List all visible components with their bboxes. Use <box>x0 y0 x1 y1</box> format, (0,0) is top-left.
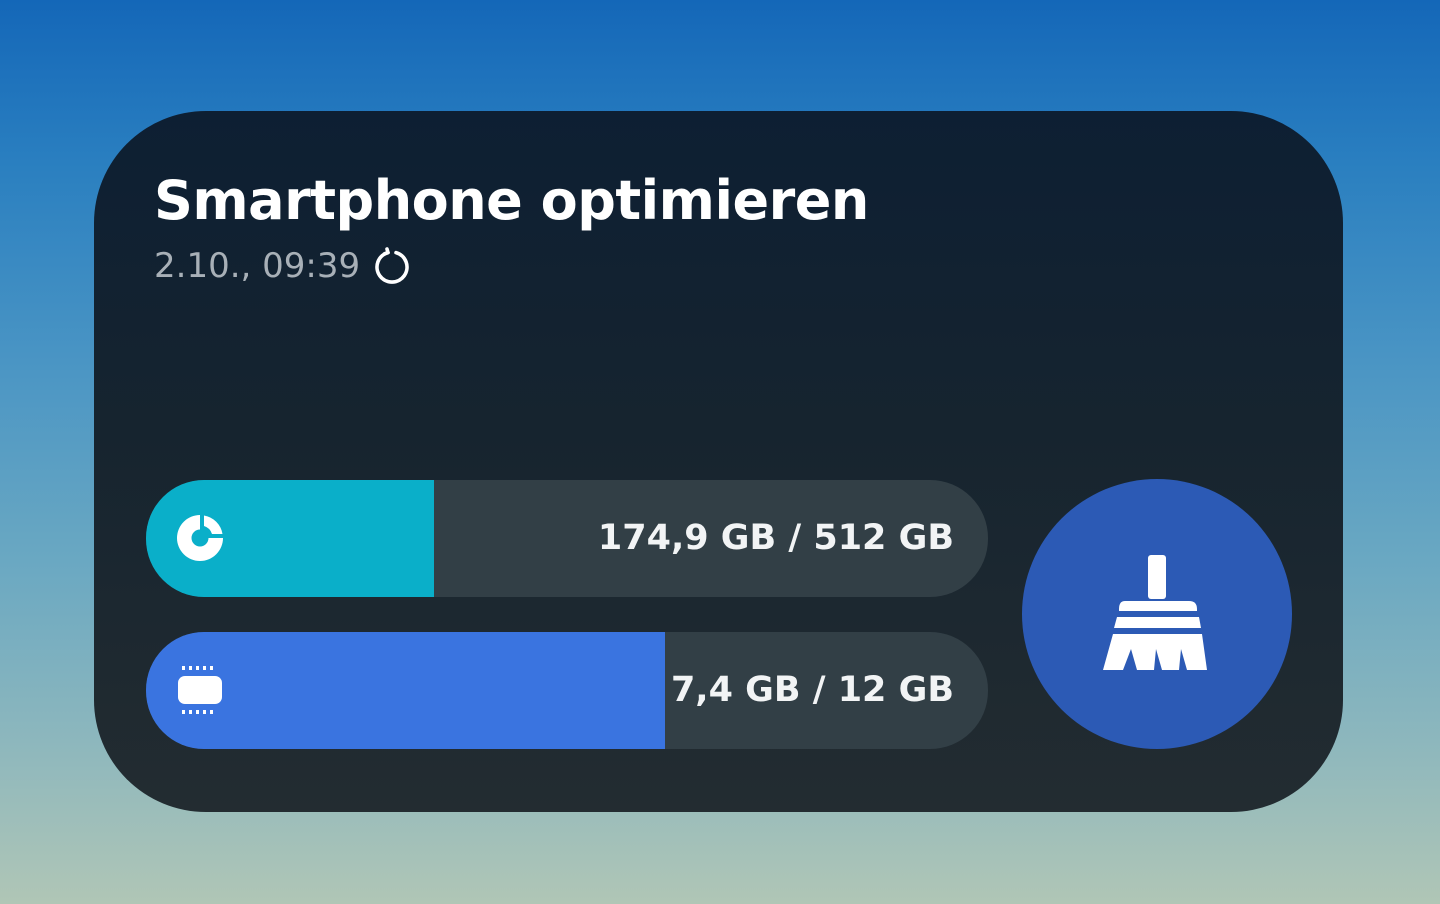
refresh-icon <box>375 247 409 284</box>
broom-icon <box>1103 555 1207 670</box>
clean-button[interactable] <box>1022 479 1292 749</box>
last-update-row: 2.10., 09:39 <box>154 244 414 288</box>
ram-bar[interactable]: 7,4 GB / 12 GB <box>146 632 988 749</box>
storage-pie-icon <box>172 510 228 566</box>
optimize-widget: Smartphone optimieren 2.10., 09:39 174,9… <box>94 111 1343 812</box>
last-update-timestamp: 2.10., 09:39 <box>154 246 361 286</box>
ram-usage-text: 7,4 GB / 12 GB <box>670 670 954 710</box>
refresh-button[interactable] <box>370 244 414 288</box>
storage-bar[interactable]: 174,9 GB / 512 GB <box>146 480 988 597</box>
memory-chip-icon <box>172 662 228 718</box>
storage-usage-text: 174,9 GB / 512 GB <box>597 518 954 558</box>
widget-title: Smartphone optimieren <box>154 169 869 232</box>
